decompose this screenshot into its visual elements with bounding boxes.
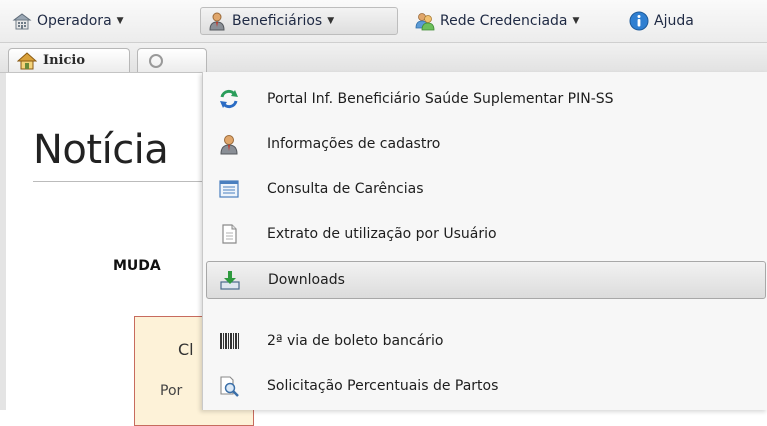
tab-strip: Inicio [0, 43, 767, 73]
tab-inicio[interactable]: Inicio [8, 48, 130, 72]
tab-second[interactable] [137, 48, 207, 72]
dropdown-item-label: Solicitação Percentuais de Partos [267, 377, 499, 394]
group-icon [415, 13, 435, 31]
tab-icon [149, 53, 163, 68]
dropdown-item-solicitacao-partos[interactable]: Solicitação Percentuais de Partos [203, 363, 767, 408]
menu-ajuda-label: Ajuda [654, 13, 694, 29]
menu-rede-credenciada[interactable]: Rede Credenciada ▼ [415, 7, 579, 35]
menu-rede-credenciada-label: Rede Credenciada [440, 13, 568, 29]
building-icon [12, 13, 32, 30]
notice-text: Por [160, 383, 183, 399]
chevron-down-icon: ▼ [116, 16, 124, 26]
document-icon [222, 223, 237, 244]
list-window-icon [219, 179, 239, 198]
menu-beneficiarios[interactable]: Beneficiários ▼ [200, 7, 398, 35]
title-underline [33, 181, 203, 182]
dropdown-item-label: Informações de cadastro [267, 135, 441, 152]
menu-operadora-label: Operadora [37, 13, 112, 29]
chevron-down-icon: ▼ [327, 16, 335, 26]
dropdown-item-label: Downloads [268, 272, 345, 288]
home-icon [17, 51, 37, 69]
chevron-down-icon: ▼ [572, 16, 580, 26]
dropdown-item-segunda-via-boleto[interactable]: 2ª via de boleto bancário [203, 318, 767, 363]
dropdown-item-downloads[interactable]: Downloads [206, 261, 766, 299]
magnifier-document-icon [220, 375, 239, 397]
dropdown-item-label: Extrato de utilização por Usuário [267, 225, 497, 242]
page-title: Notícia [33, 127, 169, 173]
user-icon [209, 12, 225, 31]
content-border [0, 73, 6, 410]
dropdown-item-consulta-carencias[interactable]: Consulta de Carências [203, 166, 767, 211]
refresh-arrows-icon [220, 89, 238, 108]
dropdown-item-label: Portal Inf. Beneficiário Saúde Suplement… [267, 90, 614, 107]
dropdown-item-extrato-utilizacao[interactable]: Extrato de utilização por Usuário [203, 211, 767, 256]
download-tray-icon [220, 271, 240, 290]
beneficiarios-dropdown: Portal Inf. Beneficiário Saúde Suplement… [202, 72, 767, 410]
barcode-icon [220, 332, 239, 349]
dropdown-item-label: 2ª via de boleto bancário [267, 332, 444, 349]
news-subheading: MUDA [113, 258, 161, 274]
notice-title: Cl [178, 340, 194, 359]
tab-inicio-label: Inicio [43, 53, 85, 68]
user-icon [220, 134, 238, 154]
top-menubar: Operadora ▼ Beneficiários ▼ Rede Credenc… [0, 0, 767, 43]
dropdown-item-informacoes-cadastro[interactable]: Informações de cadastro [203, 121, 767, 166]
info-icon [629, 11, 649, 31]
menu-operadora[interactable]: Operadora ▼ [12, 7, 124, 35]
dropdown-item-portal[interactable]: Portal Inf. Beneficiário Saúde Suplement… [203, 76, 767, 121]
dropdown-item-label: Consulta de Carências [267, 180, 424, 197]
menu-ajuda[interactable]: Ajuda [629, 7, 694, 35]
menu-beneficiarios-label: Beneficiários [232, 13, 323, 29]
